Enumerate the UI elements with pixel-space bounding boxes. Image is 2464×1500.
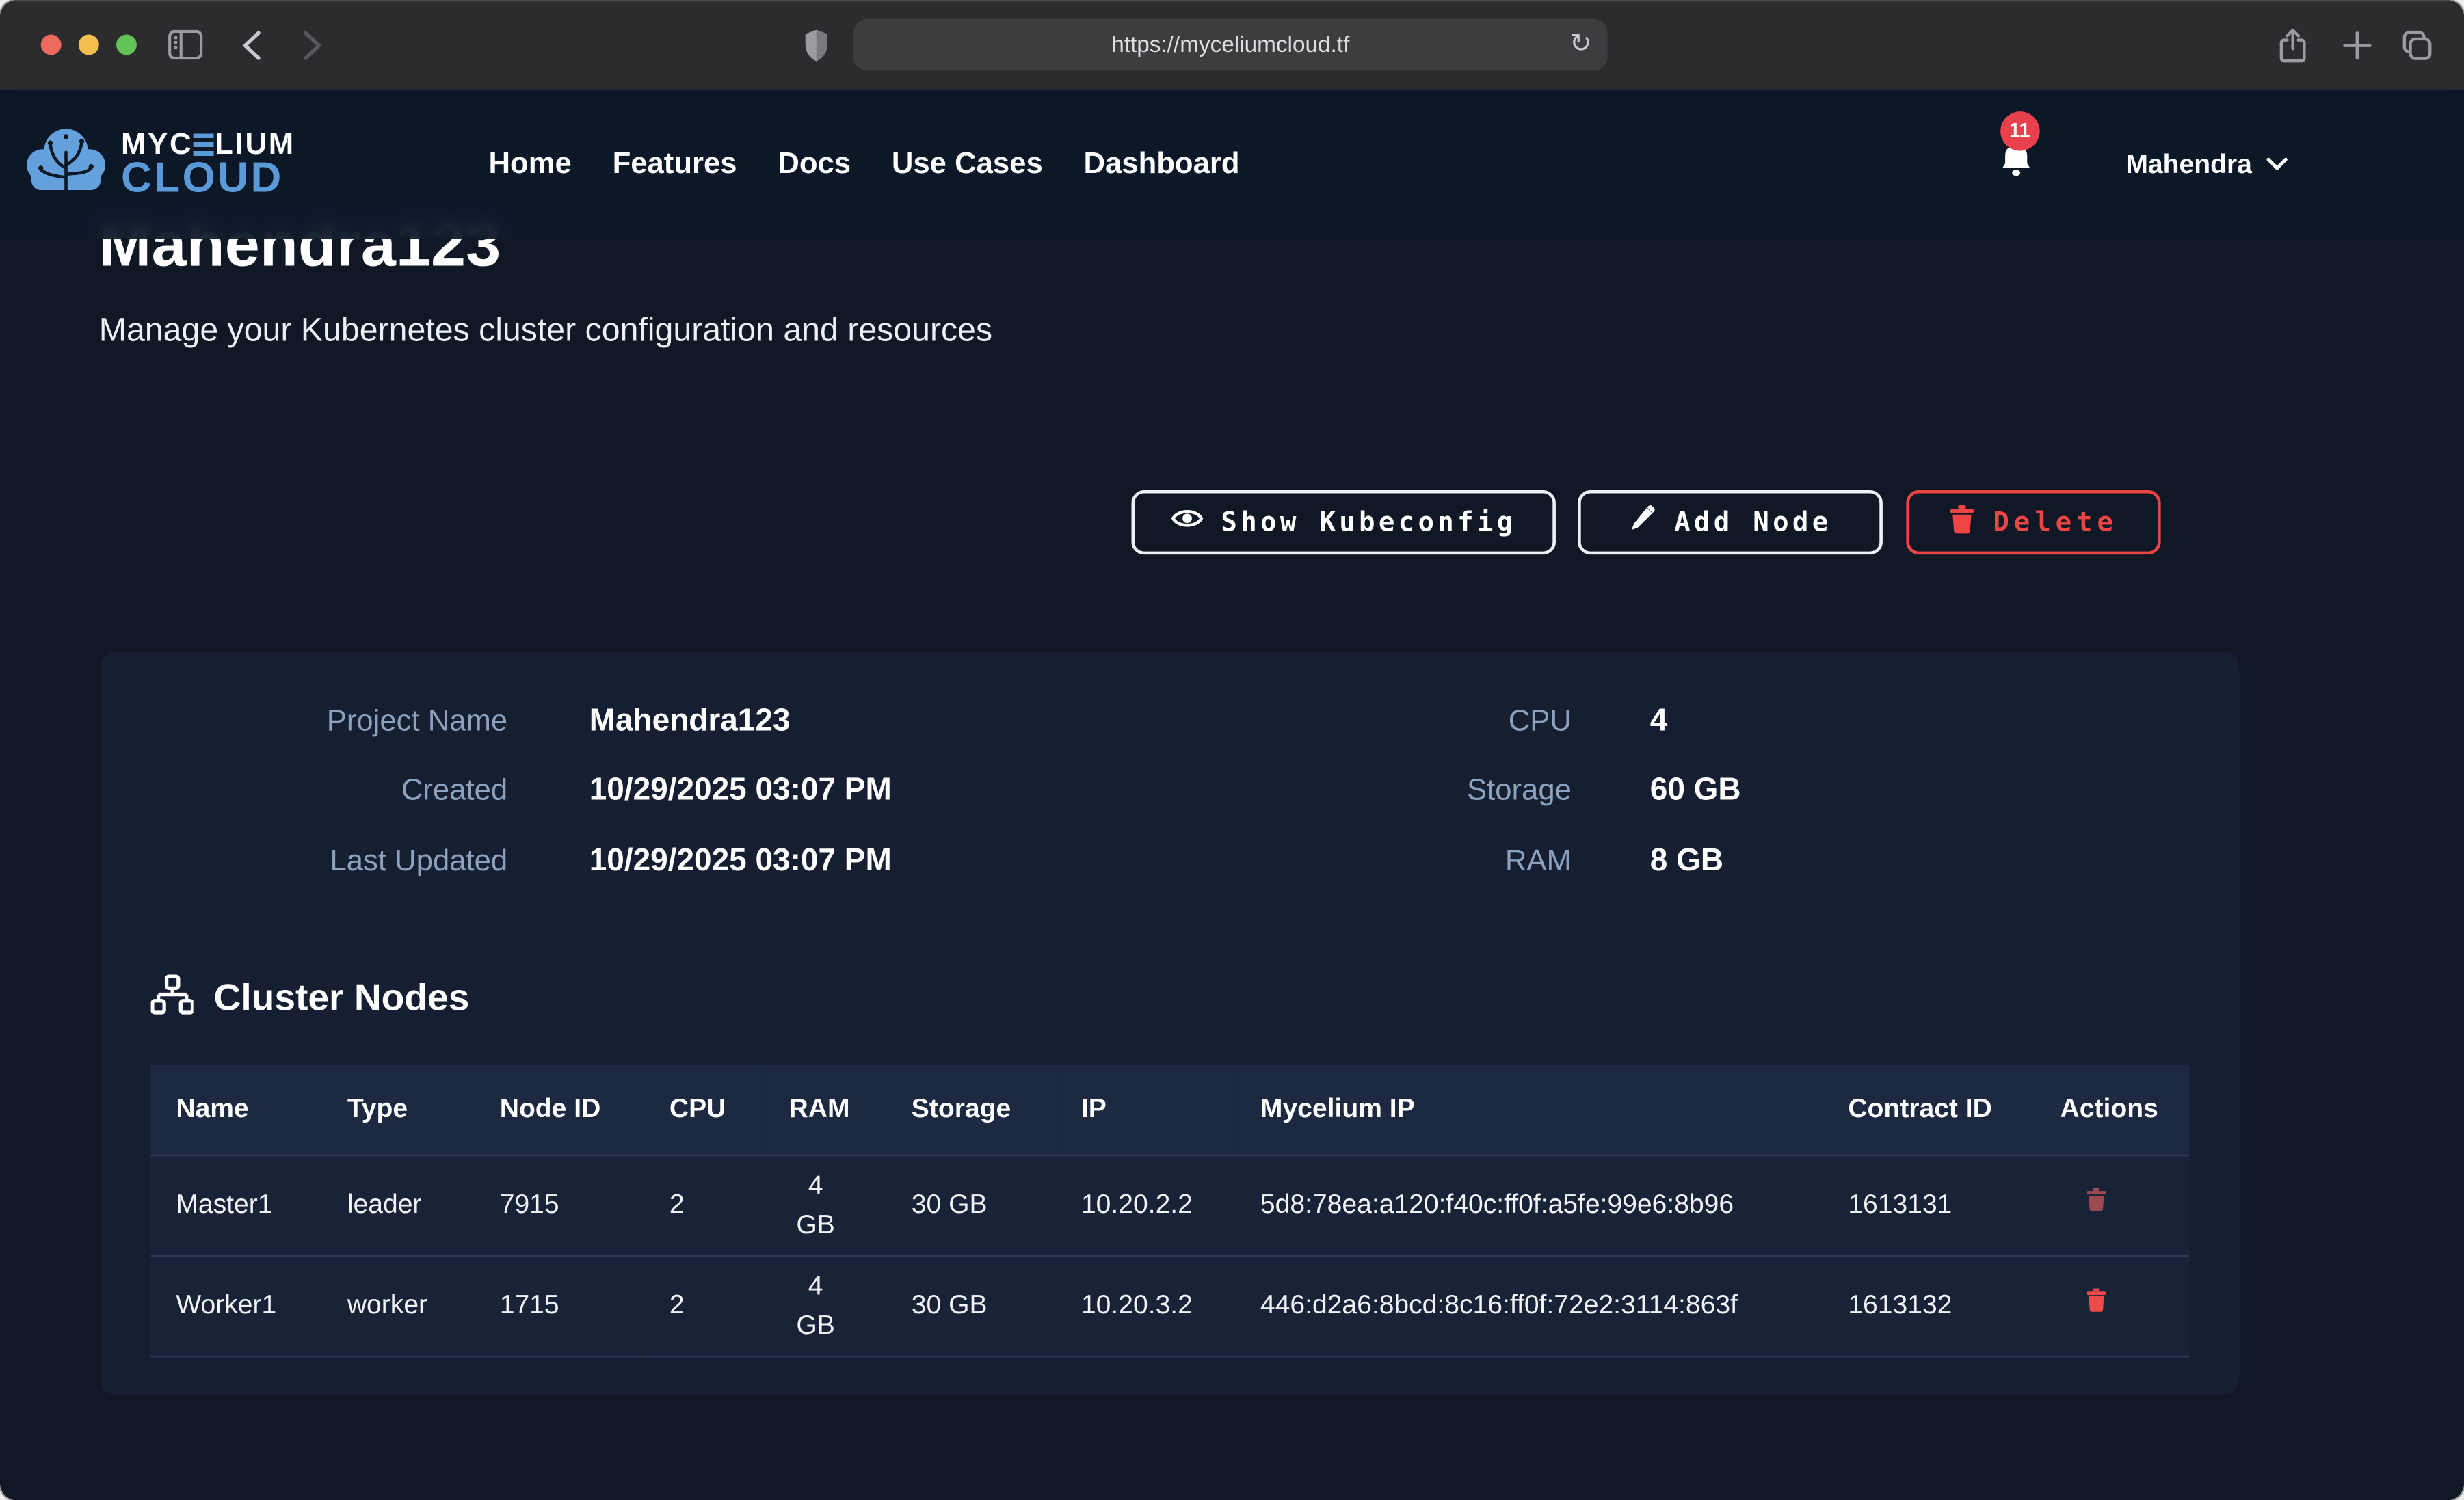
- window-controls: [41, 35, 137, 55]
- nav-links: Home Features Docs Use Cases Dashboard: [489, 147, 1240, 182]
- cell-actions: [2035, 1155, 2189, 1255]
- pencil-icon: [1628, 503, 1656, 541]
- project-name-value: Mahendra123: [589, 704, 791, 740]
- delete-node-button[interactable]: [2085, 1186, 2107, 1218]
- user-menu[interactable]: Mahendra: [2125, 148, 2288, 180]
- project-card: Project Name Mahendra123 Created 10/29/2…: [101, 652, 2239, 1395]
- tab-overview-icon[interactable]: [2400, 28, 2435, 63]
- ram-label: RAM: [1257, 845, 1572, 880]
- col-cpu: CPU: [644, 1065, 764, 1155]
- table-header-row: Name Type Node ID CPU RAM Storage IP Myc…: [151, 1065, 2189, 1155]
- zoom-window-button[interactable]: [116, 35, 137, 55]
- ram-value: 8 GB: [1650, 844, 1723, 880]
- close-window-button[interactable]: [41, 35, 62, 55]
- reload-icon[interactable]: ↻: [1569, 25, 1592, 63]
- sidebar-toggle-icon[interactable]: [168, 30, 203, 60]
- nav-link-features[interactable]: Features: [613, 147, 737, 182]
- nav-link-dashboard[interactable]: Dashboard: [1083, 147, 1239, 182]
- page-subtitle: Manage your Kubernetes cluster configura…: [99, 312, 992, 350]
- nav-link-use-cases[interactable]: Use Cases: [892, 147, 1043, 182]
- cell-actions: [2035, 1255, 2189, 1356]
- forward-icon[interactable]: [302, 30, 323, 62]
- cell-ram: 4 GB: [764, 1155, 886, 1255]
- show-kubeconfig-button[interactable]: Show Kubeconfig: [1131, 490, 1555, 554]
- site-navbar: MYCELIUM CLOUD Home Features Docs Use Ca…: [0, 90, 2464, 239]
- add-node-label: Add Node: [1674, 507, 1831, 538]
- cell-node-id: 1715: [475, 1255, 644, 1356]
- col-mycelium-ip: Mycelium IP: [1235, 1065, 1823, 1155]
- nav-right: 11 Mahendra: [1997, 141, 2288, 188]
- screen: https://myceliumcloud.tf ↻ Mahendra123 M…: [0, 0, 2464, 1500]
- url-text: https://myceliumcloud.tf: [1111, 32, 1349, 57]
- back-icon[interactable]: [241, 30, 263, 62]
- cell-name: Master1: [151, 1155, 322, 1255]
- node-row-worker1: Worker1 worker 1715 2 4 GB 30 GB 10.20.3…: [151, 1255, 2189, 1356]
- mycelium-logo-icon: [22, 121, 110, 207]
- cell-mycelium-ip: 5d8:78ea:a120:f40c:ff0f:a5fe:99e6:8b96: [1235, 1155, 1823, 1255]
- show-kubeconfig-label: Show Kubeconfig: [1221, 507, 1516, 538]
- last-updated-value: 10/29/2025 03:07 PM: [589, 844, 892, 880]
- col-ip: IP: [1056, 1065, 1235, 1155]
- brand-bottom: CLOUD: [121, 157, 295, 199]
- created-value: 10/29/2025 03:07 PM: [589, 773, 892, 809]
- nav-link-home[interactable]: Home: [489, 147, 572, 182]
- cell-cpu: 2: [644, 1255, 764, 1356]
- delete-label: Delete: [1993, 507, 2118, 538]
- storage-label: Storage: [1257, 775, 1572, 809]
- cell-ip: 10.20.3.2: [1056, 1255, 1235, 1356]
- cpu-label: CPU: [1257, 706, 1572, 740]
- cell-cpu: 2: [644, 1155, 764, 1255]
- notifications-button[interactable]: 11: [1997, 141, 2035, 188]
- cell-ip: 10.20.2.2: [1056, 1155, 1235, 1255]
- browser-window: https://myceliumcloud.tf ↻ Mahendra123 M…: [0, 0, 2464, 1500]
- cell-storage: 30 GB: [886, 1255, 1056, 1356]
- col-node-id: Node ID: [475, 1065, 644, 1155]
- user-name: Mahendra: [2125, 148, 2252, 180]
- col-storage: Storage: [886, 1065, 1056, 1155]
- trash-icon: [2085, 1287, 2107, 1319]
- col-actions: Actions: [2035, 1065, 2189, 1155]
- storage-value: 60 GB: [1650, 773, 1741, 809]
- cell-node-id: 7915: [475, 1155, 644, 1255]
- cpu-value: 4: [1650, 704, 1668, 740]
- cluster-nodes-title: Cluster Nodes: [214, 977, 470, 1021]
- cell-contract-id: 1613132: [1823, 1255, 2035, 1356]
- delete-node-button[interactable]: [2085, 1287, 2107, 1319]
- minimize-window-button[interactable]: [79, 35, 99, 55]
- browser-chrome: https://myceliumcloud.tf ↻: [0, 0, 2464, 90]
- cell-ram: 4 GB: [764, 1255, 886, 1356]
- trash-icon: [2085, 1186, 2107, 1218]
- url-bar[interactable]: https://myceliumcloud.tf ↻: [853, 19, 1608, 71]
- notification-badge: 11: [2000, 111, 2039, 150]
- privacy-shield-icon[interactable]: [803, 28, 830, 63]
- nav-link-docs[interactable]: Docs: [778, 147, 851, 182]
- eye-icon: [1171, 506, 1204, 539]
- cluster-nodes-heading: Cluster Nodes: [151, 974, 470, 1025]
- col-ram: RAM: [764, 1065, 886, 1155]
- project-name-label: Project Name: [157, 706, 507, 740]
- cell-name: Worker1: [151, 1255, 322, 1356]
- col-name: Name: [151, 1065, 322, 1155]
- bell-icon: [1997, 159, 2035, 186]
- new-tab-icon[interactable]: [2340, 28, 2375, 63]
- col-contract-id: Contract ID: [1823, 1065, 2035, 1155]
- cluster-hierarchy-icon: [151, 974, 194, 1025]
- brand-logo[interactable]: MYCELIUM CLOUD: [22, 121, 295, 207]
- trash-icon: [1949, 503, 1976, 541]
- last-updated-label: Last Updated: [157, 845, 507, 880]
- share-icon[interactable]: [2277, 27, 2309, 64]
- cluster-nodes-table: Name Type Node ID CPU RAM Storage IP Myc…: [151, 1065, 2189, 1356]
- delete-cluster-button[interactable]: Delete: [1906, 490, 2160, 554]
- col-type: Type: [322, 1065, 475, 1155]
- cell-type: worker: [322, 1255, 475, 1356]
- node-row-master1: Master1 leader 7915 2 4 GB 30 GB 10.20.2…: [151, 1155, 2189, 1255]
- created-label: Created: [157, 775, 507, 809]
- chevron-down-icon: [2266, 150, 2288, 178]
- brand-text: MYCELIUM CLOUD: [121, 130, 295, 199]
- cell-storage: 30 GB: [886, 1155, 1056, 1255]
- cell-contract-id: 1613131: [1823, 1155, 2035, 1255]
- cell-mycelium-ip: 446:d2a6:8bcd:8c16:ff0f:72e2:3114:863f: [1235, 1255, 1823, 1356]
- cell-type: leader: [322, 1155, 475, 1255]
- add-node-button[interactable]: Add Node: [1578, 490, 1883, 554]
